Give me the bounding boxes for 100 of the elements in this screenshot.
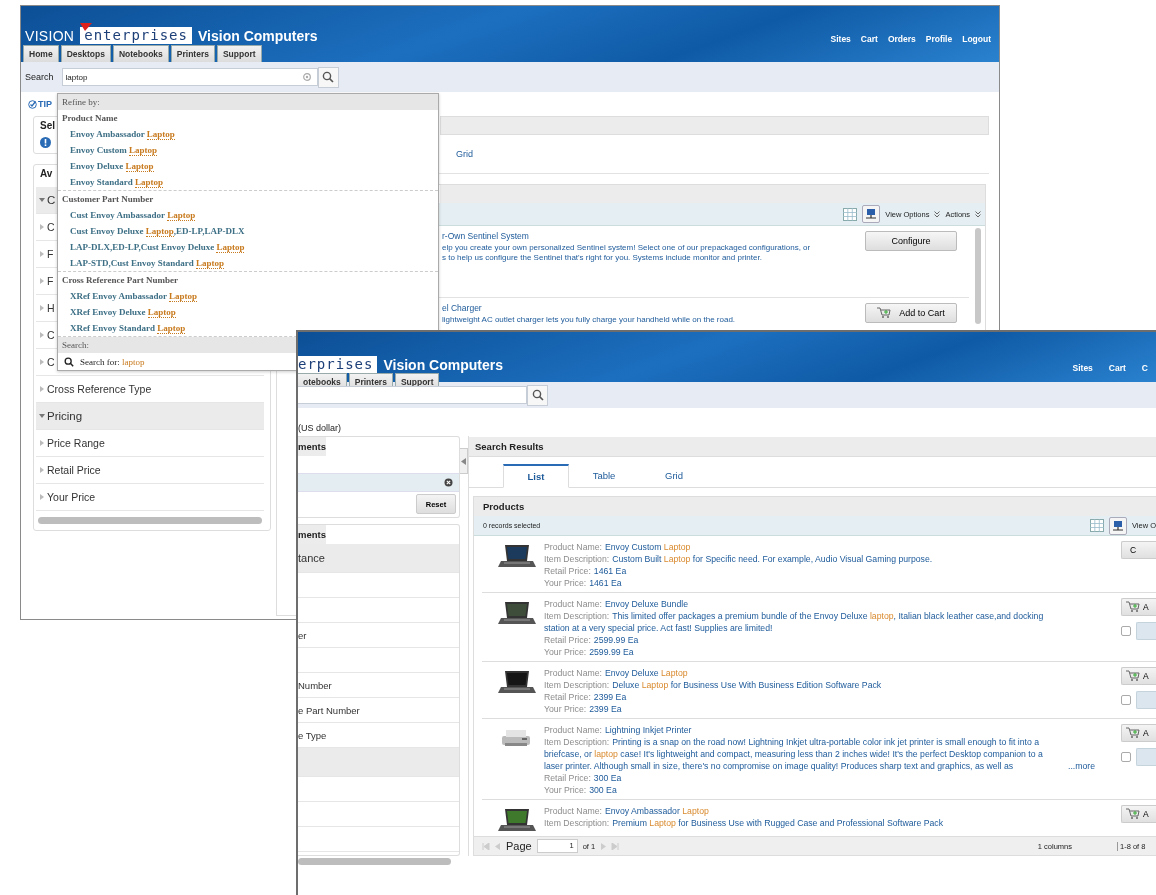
filter-item[interactable]: C bbox=[47, 329, 55, 341]
nav-tab[interactable]: Support bbox=[216, 45, 262, 62]
filter-item[interactable]: Retail Price bbox=[47, 464, 101, 476]
expand-arrow-icon[interactable] bbox=[39, 224, 45, 230]
view-tab[interactable]: Grid bbox=[456, 149, 473, 159]
checkbox[interactable] bbox=[1121, 695, 1131, 705]
add-to-cart-button[interactable]: Add to Cart bbox=[865, 303, 957, 323]
first-page-icon[interactable] bbox=[482, 842, 490, 850]
expand-arrow-icon[interactable] bbox=[39, 413, 45, 419]
filter-item[interactable]: tance bbox=[298, 552, 325, 564]
quantity-button[interactable] bbox=[1136, 622, 1156, 640]
checkbox[interactable] bbox=[1121, 626, 1131, 636]
expand-arrow-icon[interactable] bbox=[39, 359, 45, 365]
tip-link[interactable]: TIP bbox=[28, 99, 52, 109]
header-link[interactable]: Cart bbox=[860, 34, 878, 44]
header-link[interactable]: C bbox=[1141, 363, 1148, 373]
suggestion-item[interactable]: Cust Envoy Ambassador Laptop bbox=[70, 207, 196, 223]
expand-arrow-icon[interactable] bbox=[39, 332, 45, 338]
filter-item[interactable]: e Type bbox=[298, 729, 327, 741]
suggestion-item[interactable]: Search for: laptop bbox=[80, 357, 145, 367]
header-link[interactable]: Sites bbox=[1072, 363, 1093, 373]
filter-item[interactable]: er bbox=[298, 629, 307, 641]
remove-icon[interactable] bbox=[444, 478, 453, 487]
nav-tab[interactable]: Desktops bbox=[60, 45, 111, 62]
product-name[interactable]: Product Name: Envoy Deluxe Laptop bbox=[544, 667, 1115, 679]
expand-arrow-icon[interactable] bbox=[39, 278, 45, 284]
expand-arrow-icon[interactable] bbox=[39, 251, 45, 257]
filter-item[interactable]: Price Range bbox=[47, 437, 105, 449]
checkbox[interactable] bbox=[1121, 752, 1131, 762]
search-field[interactable] bbox=[298, 386, 527, 404]
grid-view-icon[interactable] bbox=[1089, 519, 1104, 532]
view-tab[interactable]: Grid bbox=[639, 463, 709, 487]
filter-item[interactable]: F bbox=[47, 248, 54, 260]
quantity-button[interactable] bbox=[1136, 691, 1156, 709]
suggestion-item[interactable]: XRef Envoy Ambassador Laptop bbox=[70, 288, 198, 304]
search-button[interactable] bbox=[527, 384, 548, 406]
filter-item[interactable]: C bbox=[47, 194, 56, 206]
clear-icon[interactable] bbox=[302, 73, 311, 81]
search-field[interactable]: laptop bbox=[61, 68, 318, 86]
add-to-cart-button[interactable]: A bbox=[1121, 667, 1156, 685]
expand-arrow-icon[interactable] bbox=[39, 197, 45, 203]
scrollbar[interactable] bbox=[38, 517, 262, 524]
header-link[interactable]: Cart bbox=[1108, 363, 1126, 373]
search-button[interactable] bbox=[317, 66, 339, 88]
add-to-cart-button[interactable]: A bbox=[1121, 724, 1156, 742]
filter-item[interactable]: e Part Number bbox=[298, 704, 360, 716]
product-name[interactable]: Product Name: Envoy Deluxe Bundle bbox=[544, 598, 1115, 610]
product-name[interactable]: Product Name: Envoy Ambassador Laptop bbox=[544, 805, 1115, 817]
nav-tab[interactable]: Notebooks bbox=[112, 45, 169, 62]
suggestion-item[interactable]: LAP-DLX,ED-LP,Cust Envoy Deluxe Laptop bbox=[70, 239, 245, 255]
nav-tab[interactable]: Home bbox=[23, 45, 59, 62]
filter-item[interactable]: Number bbox=[298, 679, 332, 691]
chevron-down-icon[interactable] bbox=[975, 210, 981, 218]
chevron-down-icon[interactable] bbox=[934, 210, 941, 218]
suggestion-item[interactable]: XRef Envoy Standard Laptop bbox=[70, 320, 186, 336]
expand-arrow-icon[interactable] bbox=[39, 386, 45, 392]
product-name[interactable]: Product Name: Lightning Inkjet Printer bbox=[544, 724, 1115, 736]
grid-view-icon[interactable] bbox=[843, 207, 858, 221]
suggestion-item[interactable]: Envoy Deluxe Laptop bbox=[70, 158, 154, 174]
header-link[interactable]: Sites bbox=[830, 34, 851, 44]
filter-item[interactable]: C bbox=[47, 356, 55, 368]
filter-item[interactable]: C bbox=[47, 221, 55, 233]
add-to-cart-button[interactable]: A bbox=[1121, 598, 1156, 616]
previous-page-icon[interactable] bbox=[495, 842, 501, 850]
view-tab[interactable]: Table bbox=[569, 463, 639, 487]
product-name[interactable]: r-Own Sentinel System bbox=[442, 231, 811, 241]
more-link[interactable]: ...more bbox=[1068, 760, 1096, 772]
header-link[interactable]: Profile bbox=[925, 34, 953, 44]
expand-arrow-icon[interactable] bbox=[39, 494, 45, 500]
next-page-icon[interactable] bbox=[600, 842, 607, 850]
scrollbar[interactable] bbox=[975, 228, 981, 324]
header-link[interactable]: Logout bbox=[962, 34, 991, 44]
configure-button[interactable]: Configure bbox=[865, 231, 957, 251]
filter-item[interactable]: Your Price bbox=[47, 491, 96, 503]
expand-arrow-icon[interactable] bbox=[39, 467, 45, 473]
suggestion-item[interactable]: Envoy Custom Laptop bbox=[70, 142, 158, 158]
view-tab[interactable]: List bbox=[503, 464, 569, 488]
suggestion-item[interactable]: Cust Envoy Deluxe Laptop,ED-LP,LAP-DLX bbox=[70, 223, 245, 239]
product-name[interactable]: el Charger bbox=[442, 303, 736, 313]
monitor-icon[interactable] bbox=[1108, 516, 1127, 535]
suggestion-item[interactable]: XRef Envoy Deluxe Laptop bbox=[70, 304, 176, 320]
suggestion-item[interactable]: Envoy Ambassador Laptop bbox=[70, 126, 175, 142]
nav-tab[interactable]: Printers bbox=[170, 45, 215, 62]
filter-item[interactable]: Cross Reference Type bbox=[47, 383, 152, 395]
suggestion-item[interactable]: LAP-STD,Cust Envoy Standard Laptop bbox=[70, 255, 225, 271]
monitor-icon[interactable] bbox=[862, 205, 881, 223]
expand-arrow-icon[interactable] bbox=[39, 440, 45, 446]
product-name[interactable]: Product Name: Envoy Custom Laptop bbox=[544, 541, 1115, 553]
filter-item[interactable]: H bbox=[47, 302, 55, 314]
filter-item[interactable]: Pricing bbox=[47, 410, 83, 422]
scrollbar[interactable] bbox=[298, 858, 451, 865]
header-link[interactable]: Orders bbox=[887, 34, 916, 44]
add-to-cart-button[interactable]: A bbox=[1121, 805, 1156, 823]
collapse-handle[interactable] bbox=[460, 448, 468, 474]
quantity-button[interactable] bbox=[1136, 748, 1156, 766]
expand-arrow-icon[interactable] bbox=[39, 305, 45, 311]
configure-button[interactable]: C bbox=[1121, 541, 1156, 559]
last-page-icon[interactable] bbox=[611, 842, 620, 850]
filter-item[interactable]: F bbox=[47, 275, 54, 287]
suggestion-item[interactable]: Envoy Standard Laptop bbox=[70, 174, 164, 190]
